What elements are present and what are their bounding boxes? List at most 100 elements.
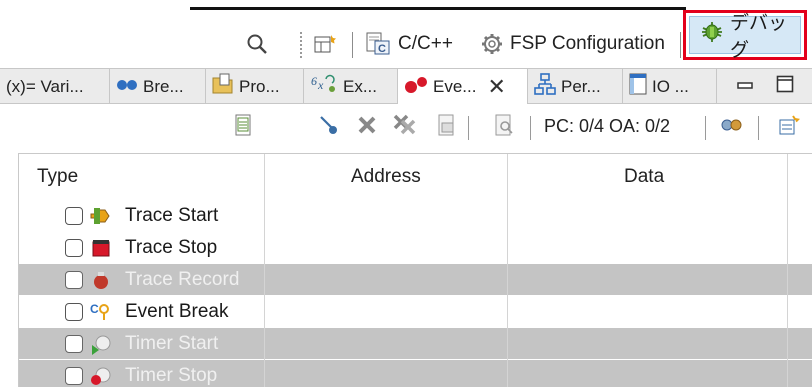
minimize-icon [737,78,753,96]
trace-stop-icon [90,237,112,259]
tab-breakpoints[interactable]: Bre... [110,69,206,104]
perspective-debug-label: デバッグ [730,13,788,61]
table-row[interactable]: Trace Stop [19,232,812,264]
row-label: Event Break [125,300,229,322]
column-header-data[interactable]: Data [624,154,664,200]
column-header-address[interactable]: Address [351,154,421,200]
row-label: Trace Record [125,268,240,290]
skip-events-button[interactable] [318,114,340,141]
tab-variables[interactable]: (x)= Vari... [0,69,110,104]
toolbar-separator [468,116,469,140]
svg-text:6: 6 [311,74,317,88]
io-tab-label: IO ... [652,76,689,96]
events-tab-label: Eve... [433,77,477,96]
svg-text:x: x [317,78,324,92]
peripherals-icon [534,73,556,100]
search-button[interactable] [246,30,268,58]
view-menu-button[interactable] [778,114,801,141]
tab-io[interactable]: IO ... [623,69,717,104]
events-view-toolbar: PC: 0/4 OA: 0/2 [0,104,812,150]
tab-expressions[interactable]: 6x Ex... [304,69,398,104]
table-row[interactable]: Timer Stop [19,360,812,387]
maximize-button[interactable] [772,69,798,104]
event-break-icon: C [90,301,112,323]
trace-start-icon [90,205,112,227]
maximize-icon [776,75,794,98]
toolbar-separator [705,116,706,140]
detail-view-button[interactable] [232,114,254,141]
row-checkbox[interactable] [65,302,83,321]
import-icon [494,114,514,141]
column-header-type[interactable]: Type [37,154,78,200]
toolbar-separator [680,32,681,58]
document-icon [234,114,252,141]
perspective-fsp-label: FSP Configuration [510,33,665,54]
peripherals-tab-label: Per... [561,76,601,96]
expressions-icon: 6x [310,73,338,100]
events-table: Type Address Data Trace Start Trace Stop… [18,153,812,387]
project-tab-label: Pro... [239,76,280,96]
trace-record-icon [90,269,112,291]
row-label: Timer Start [125,332,219,354]
open-perspective-icon [313,33,337,55]
events-icon [404,76,428,99]
svg-text:C: C [378,43,386,55]
breakpoints-tab-label: Bre... [143,76,184,96]
row-checkbox[interactable] [65,206,83,225]
breakpoints-icon [116,77,138,97]
open-perspective-button[interactable] [313,30,337,58]
row-label: Trace Start [125,204,219,226]
search-icon [246,33,268,55]
table-header: Type Address Data [19,154,812,200]
remove-all-events-button[interactable] [393,114,417,141]
minimize-button[interactable] [732,69,758,104]
remove-all-icon [393,114,417,141]
remove-icon [357,115,377,140]
row-checkbox[interactable] [65,334,83,353]
tab-events[interactable]: Eve... ✕ [398,69,528,105]
tab-peripherals[interactable]: Per... [528,69,623,104]
table-row[interactable]: Timer Start [19,328,812,360]
gear-icon [480,32,504,56]
skip-icon [318,114,340,141]
timer-start-icon [90,333,112,355]
expressions-tab-label: Ex... [343,76,378,96]
project-icon [212,73,234,100]
settings-button[interactable] [720,116,742,138]
io-icon [629,73,647,100]
tab-project[interactable]: Pro... [206,69,304,104]
export-button[interactable] [436,114,458,141]
timer-stop-icon [90,365,112,387]
perspective-debug-button[interactable]: デバッグ [689,13,801,61]
row-checkbox[interactable] [65,238,83,257]
settings-icon [719,114,743,141]
table-row[interactable]: Trace Start [19,200,812,232]
debug-perspective-highlight: デバッグ [683,10,807,61]
pc-oa-status: PC: 0/4 OA: 0/2 [544,116,671,136]
variables-tab-label: (x)= Vari... [6,76,84,96]
import-button[interactable] [493,114,515,141]
row-checkbox[interactable] [65,366,83,385]
toolbar-separator [758,116,759,140]
table-row[interactable]: Trace Record [19,264,812,296]
bug-icon [700,20,724,50]
view-tab-bar: (x)= Vari... Bre... Pro... 6x Ex... Eve.… [0,68,812,105]
close-icon[interactable]: ✕ [487,74,505,100]
toolbar-grip[interactable] [300,32,302,58]
column-divider[interactable] [507,154,508,387]
row-label: Timer Stop [125,364,218,386]
table-row[interactable]: C Event Break [19,296,812,328]
remove-event-button[interactable] [356,116,378,138]
svg-text:C: C [90,302,99,316]
perspective-cpp-label: C/C++ [398,33,453,54]
view-menu-icon [778,114,801,141]
cpp-perspective-icon: C [366,32,392,56]
perspective-fsp-button[interactable]: FSP Configuration [480,30,665,58]
perspective-cpp-button[interactable]: C C/C++ [366,30,453,58]
column-divider[interactable] [787,154,788,387]
row-label: Trace Stop [125,236,218,258]
row-checkbox[interactable] [65,270,83,289]
toolbar-separator [530,116,531,140]
export-icon [437,114,457,141]
column-divider[interactable] [264,154,265,387]
